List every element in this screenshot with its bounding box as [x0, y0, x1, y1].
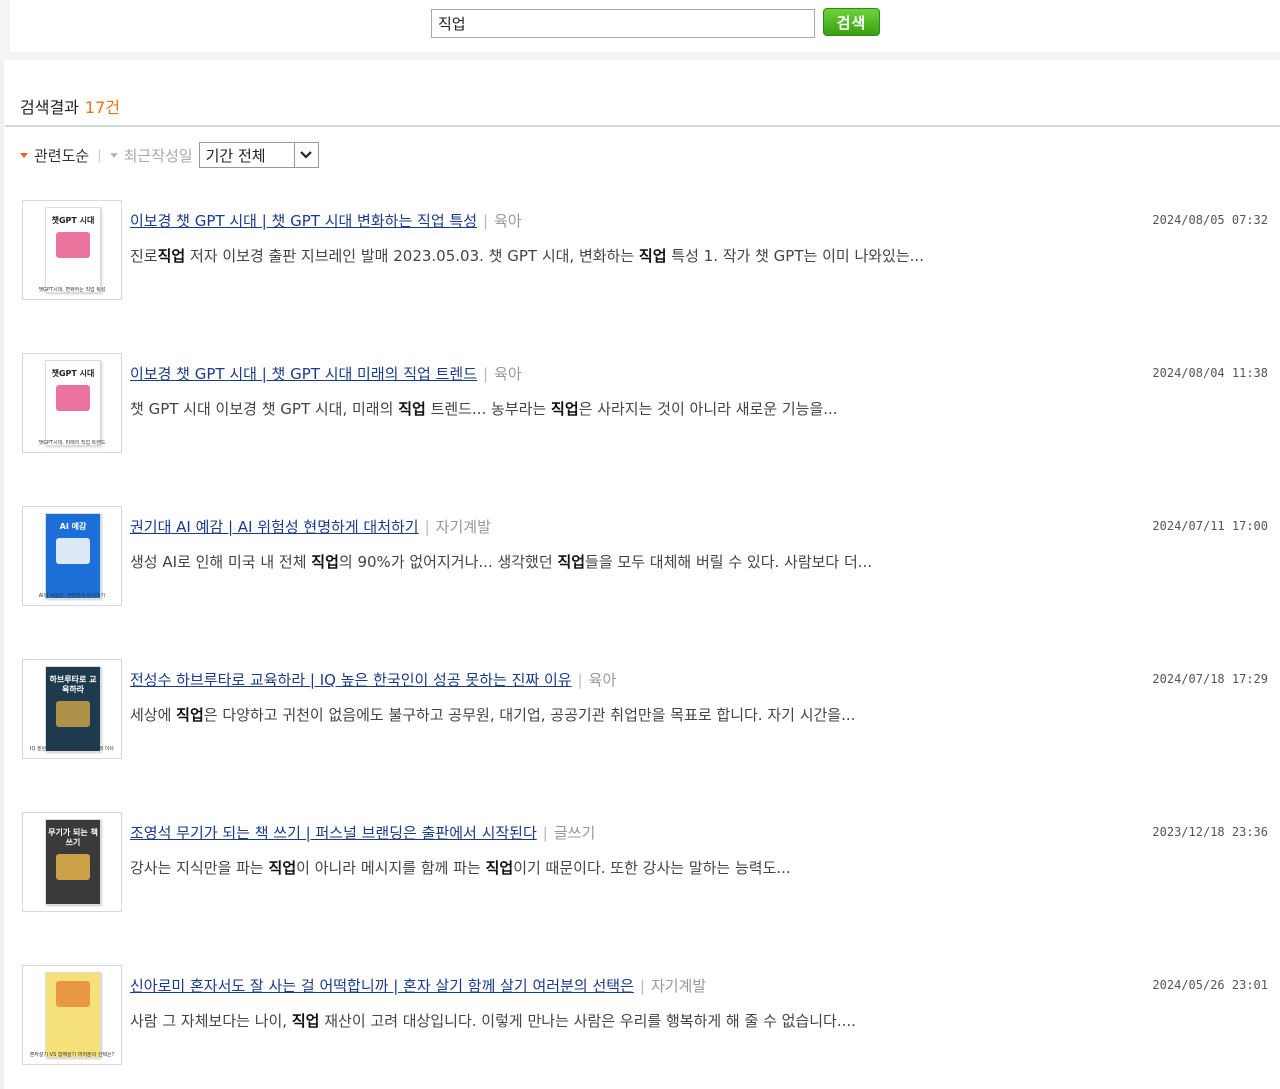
- book-cover-title: 하브루타로 교육하라: [49, 675, 97, 694]
- triangle-down-icon: [109, 152, 118, 158]
- thumbnail-caption: 혼자살기 VS 함께살기 여러분의 선택은?: [29, 1052, 115, 1058]
- result-summary: 검색결과 17건: [20, 94, 120, 118]
- book-cover-art: [56, 981, 90, 1007]
- thumbnail-caption: IQ 높은 한국인이 성공 못하는 진짜 이유: [30, 746, 114, 752]
- keyword-highlight: 직업: [398, 400, 426, 418]
- book-cover-image: 챗GPT 시대: [45, 207, 101, 293]
- result-item: 챗GPT 시대챗GPT시대, 미래의 직업 트렌드 이보경 챗 GPT 시대 | …: [0, 353, 1280, 463]
- sort-bar: 관련도순 | 최근작성일 기간 전체: [20, 142, 319, 168]
- result-snippet: 강사는 지식만을 파는 직업이 아니라 메시지를 함께 파는 직업이기 때문이다…: [130, 859, 791, 877]
- summary-divider: [5, 125, 1280, 127]
- result-title-line: 신아로미 혼자서도 잘 사는 걸 어떡합니까 | 혼자 살기 함께 살기 여러분…: [130, 975, 706, 996]
- book-cover-title: AI 예감: [59, 522, 87, 531]
- keyword-highlight: 직업: [311, 553, 339, 571]
- result-title-line: 이보경 챗 GPT 시대 | 챗 GPT 시대 미래의 직업 트렌드 | 육아: [130, 363, 522, 384]
- sort-recent[interactable]: 최근작성일: [109, 145, 193, 166]
- result-snippet: 진로직업 저자 이보경 출판 지브레인 발매 2023.05.03. 챗 GPT…: [130, 247, 924, 265]
- book-cover-title: 무기가 되는 책 쓰기: [48, 828, 98, 847]
- book-cover-image: 무기가 되는 책 쓰기: [45, 819, 101, 905]
- result-category: 육아: [494, 365, 522, 383]
- search-button[interactable]: 검색: [823, 8, 880, 36]
- sort-relevance[interactable]: 관련도순: [20, 145, 89, 166]
- book-cover-image: [45, 972, 101, 1058]
- book-cover-art: [56, 538, 90, 564]
- sort-relevance-label: 관련도순: [34, 146, 90, 165]
- result-date: 2024/08/04 11:38: [1152, 366, 1268, 380]
- result-category: 육아: [588, 671, 617, 689]
- result-item: 하브루타로 교육하라 IQ 높은 한국인이 성공 못하는 진짜 이유 전성수 하브루…: [0, 659, 1280, 769]
- result-title-link[interactable]: 이보경 챗 GPT 시대 | 챗 GPT 시대 변화하는 직업 특성: [130, 212, 477, 230]
- keyword-highlight: 직업: [551, 400, 579, 418]
- title-category-separator: |: [483, 365, 489, 383]
- title-category-separator: |: [639, 977, 645, 995]
- result-thumbnail[interactable]: 챗GPT 시대챗GPT시대, 미래의 직업 트렌드: [22, 353, 122, 453]
- keyword-highlight: 직업: [638, 247, 667, 265]
- result-category: 글쓰기: [553, 824, 596, 842]
- result-title-line: 전성수 하브루타로 교육하라 | IQ 높은 한국인이 성공 못하는 진짜 이유…: [130, 669, 616, 690]
- thumbnail-caption: AI의 위험성, 현명하게 대처하기: [38, 593, 106, 599]
- keyword-highlight: 직업: [176, 706, 204, 724]
- result-thumbnail[interactable]: AI 예감 AI의 위험성, 현명하게 대처하기: [22, 506, 122, 606]
- keyword-highlight: 직업: [268, 859, 297, 877]
- result-summary-label: 검색결과: [20, 98, 79, 117]
- book-cover-art: [56, 232, 90, 258]
- result-thumbnail[interactable]: 혼자살기 VS 함께살기 여러분의 선택은?: [22, 965, 122, 1065]
- result-date: 2023/12/18 23:36: [1152, 825, 1268, 839]
- sort-separator: |: [97, 147, 102, 163]
- book-cover-art: [56, 701, 90, 727]
- result-title-link[interactable]: 전성수 하브루타로 교육하라 | IQ 높은 한국인이 성공 못하는 진짜 이유: [130, 671, 572, 689]
- book-cover-title: 챗GPT 시대: [51, 216, 95, 225]
- period-select[interactable]: 기간 전체: [198, 142, 319, 168]
- top-search-bar: 검색: [0, 0, 1280, 60]
- sort-recent-label: 최근작성일: [123, 146, 193, 165]
- search-input[interactable]: [431, 9, 815, 38]
- triangle-down-icon: [20, 152, 28, 158]
- result-thumbnail[interactable]: 무기가 되는 책 쓰기: [22, 812, 122, 912]
- keyword-highlight: 직업: [557, 553, 586, 571]
- result-title-link[interactable]: 신아로미 혼자서도 잘 사는 걸 어떡합니까 | 혼자 살기 함께 살기 여러분…: [130, 977, 634, 995]
- result-snippet: 챗 GPT 시대 이보경 챗 GPT 시대, 미래의 직업 트렌드... 농부라…: [130, 400, 838, 418]
- result-count: 17건: [84, 98, 120, 117]
- result-date: 2024/07/18 17:29: [1152, 672, 1268, 686]
- result-title-line: 권기대 AI 예감 | AI 위험성 현명하게 대처하기 | 자기계발: [130, 516, 491, 537]
- result-date: 2024/08/05 07:32: [1152, 213, 1268, 227]
- result-item: 무기가 되는 책 쓰기 조영석 무기가 되는 책 쓰기 | 퍼스널 브랜딩은 출판…: [0, 812, 1280, 922]
- keyword-highlight: 직업: [291, 1012, 320, 1030]
- result-item: 혼자살기 VS 함께살기 여러분의 선택은? 신아로미 혼자서도 잘 사는 걸 어…: [0, 965, 1280, 1075]
- result-item: AI 예감 AI의 위험성, 현명하게 대처하기 권기대 AI 예감 | AI 위험…: [0, 506, 1280, 616]
- result-thumbnail[interactable]: 챗GPT 시대챗GPT시대, 변화하는 직업 특성: [22, 200, 122, 300]
- result-snippet: 세상에 직업은 다양하고 귀천이 없음에도 불구하고 공무원, 대기업, 공공기…: [130, 706, 856, 724]
- thumbnail-caption: 챗GPT시대, 변화하는 직업 특성: [38, 287, 106, 293]
- result-title-link[interactable]: 조영석 무기가 되는 책 쓰기 | 퍼스널 브랜딩은 출판에서 시작된다: [130, 824, 537, 842]
- title-category-separator: |: [577, 671, 583, 689]
- keyword-highlight: 직업: [157, 247, 186, 265]
- title-category-separator: |: [424, 518, 430, 536]
- book-cover-art: [56, 854, 90, 880]
- result-category: 자기계발: [650, 977, 707, 995]
- result-category: 자기계발: [435, 518, 491, 536]
- result-snippet: 생성 AI로 인해 미국 내 전체 직업의 90%가 없어지거나... 생각했던…: [130, 553, 873, 571]
- book-cover-image: AI 예감: [45, 513, 101, 599]
- result-date: 2024/07/11 17:00: [1152, 519, 1268, 533]
- period-select-value: 기간 전체: [205, 146, 266, 165]
- result-thumbnail[interactable]: 하브루타로 교육하라 IQ 높은 한국인이 성공 못하는 진짜 이유: [22, 659, 122, 759]
- book-cover-image: 챗GPT 시대: [45, 360, 101, 446]
- thumbnail-caption: 챗GPT시대, 미래의 직업 트렌드: [38, 440, 106, 446]
- keyword-highlight: 직업: [485, 859, 514, 877]
- title-category-separator: |: [542, 824, 548, 842]
- result-category: 육아: [494, 212, 522, 230]
- book-cover-image: 하브루타로 교육하라: [45, 666, 101, 752]
- result-title-line: 조영석 무기가 되는 책 쓰기 | 퍼스널 브랜딩은 출판에서 시작된다 | 글쓰기: [130, 822, 595, 843]
- book-cover-art: [56, 385, 90, 411]
- result-title-link[interactable]: 권기대 AI 예감 | AI 위험성 현명하게 대처하기: [130, 518, 419, 536]
- result-title-line: 이보경 챗 GPT 시대 | 챗 GPT 시대 변화하는 직업 특성 | 육아: [130, 210, 522, 231]
- chevron-down-icon: [293, 143, 318, 167]
- result-title-link[interactable]: 이보경 챗 GPT 시대 | 챗 GPT 시대 미래의 직업 트렌드: [130, 365, 477, 383]
- result-date: 2024/05/26 23:01: [1152, 978, 1268, 992]
- book-cover-title: 챗GPT 시대: [51, 369, 95, 378]
- title-category-separator: |: [483, 212, 489, 230]
- result-item: 챗GPT 시대챗GPT시대, 변화하는 직업 특성 이보경 챗 GPT 시대 | …: [0, 200, 1280, 310]
- search-panel: 검색: [10, 0, 1280, 52]
- result-snippet: 사람 그 자체보다는 나이, 직업 재산이 고려 대상입니다. 이렇게 만나는 …: [130, 1012, 856, 1030]
